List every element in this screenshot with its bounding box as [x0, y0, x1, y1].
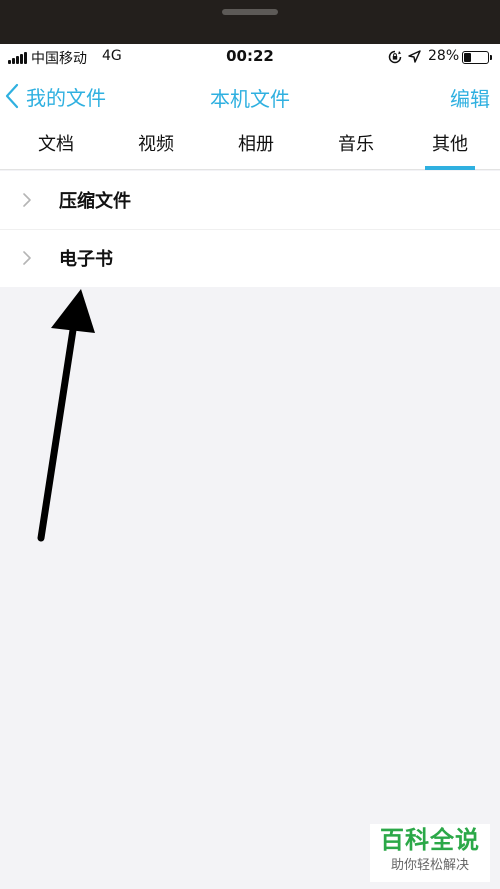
tab-music[interactable]: 音乐 [306, 122, 406, 170]
chevron-right-icon [23, 251, 31, 265]
chevron-right-icon [23, 193, 31, 207]
navigation-bar: 我的文件 本机文件 编辑 [0, 70, 500, 122]
active-tab-indicator [425, 166, 475, 170]
file-category-list: 压缩文件 电子书 [0, 171, 500, 287]
tab-albums[interactable]: 相册 [206, 122, 306, 170]
watermark-title: 百科全说 [380, 826, 480, 854]
chevron-left-icon [5, 83, 19, 109]
tab-videos[interactable]: 视频 [106, 122, 206, 170]
status-bar: 中国移动 4G 00:22 28% [0, 44, 500, 70]
watermark-subtitle: 助你轻松解决 [390, 858, 469, 873]
back-button[interactable]: 我的文件 [4, 80, 106, 112]
battery-percentage: 28% [428, 48, 460, 64]
battery-level-fill [464, 53, 471, 62]
location-arrow-icon [408, 50, 421, 63]
list-item-label: 电子书 [59, 249, 113, 270]
edit-button[interactable]: 编辑 [450, 83, 490, 112]
tab-documents[interactable]: 文档 [6, 122, 106, 170]
rotation-lock-icon [388, 50, 402, 64]
back-button-label: 我的文件 [26, 85, 106, 110]
device-top-bezel [0, 0, 500, 44]
category-tabs: 文档 视频 相册 音乐 其他 [0, 122, 500, 170]
watermark-logo: 百科全说 助你轻松解决 [370, 824, 490, 882]
list-item-compressed-files[interactable]: 压缩文件 [0, 171, 500, 229]
list-item-ebooks[interactable]: 电子书 [0, 229, 500, 287]
battery-icon [462, 51, 492, 64]
tab-other[interactable]: 其他 [400, 122, 500, 170]
list-item-label: 压缩文件 [59, 191, 131, 212]
sheet-handle [222, 9, 278, 15]
status-time: 00:22 [226, 47, 274, 65]
annotation-arrow-icon [37, 289, 95, 542]
